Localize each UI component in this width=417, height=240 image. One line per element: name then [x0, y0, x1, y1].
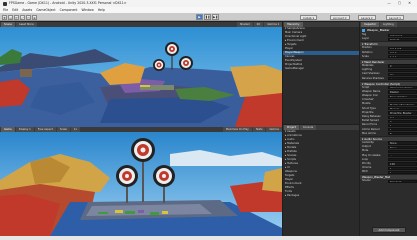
menu-file[interactable]: File: [3, 8, 8, 12]
property-value-field[interactable]: 0.1: [388, 115, 417, 119]
play-controls: ▶ ❚❚ ▶❚: [196, 14, 220, 20]
window-title: FPSGame - Game (DX11) - Android - Unity …: [9, 1, 127, 5]
menu-assets[interactable]: Assets: [22, 8, 32, 12]
property-value-field[interactable]: None: [388, 145, 417, 149]
scene-viewport[interactable]: [0, 27, 282, 127]
game-render: [0, 132, 282, 236]
transform-tool-button[interactable]: ⊕: [32, 14, 37, 20]
add-component-button[interactable]: Add Component: [372, 227, 406, 233]
property-value-field[interactable]: 128: [388, 162, 417, 166]
menu-help[interactable]: Help: [98, 8, 105, 12]
property-row: Max Ammo 8: [360, 132, 417, 136]
property-value-field[interactable]: [388, 158, 417, 162]
property-value-field[interactable]: [388, 68, 417, 72]
collab-button[interactable]: Collab ▾: [300, 14, 318, 20]
scale-tool-button[interactable]: ⤢: [20, 14, 25, 20]
title-bar: FPSGame - Game (DX11) - Android - Unity …: [0, 0, 417, 7]
object-name-field[interactable]: Weapon_Blaster: [367, 28, 390, 32]
project-folder-item[interactable]: ▸ Packages: [283, 194, 359, 198]
layers-dropdown[interactable]: Layers ▾: [358, 14, 376, 20]
inspector-panel: Weapon_Blaster Tag Untagged Layer Default …: [360, 27, 417, 236]
property-value-field[interactable]: [388, 98, 417, 102]
menu-edit[interactable]: Edit: [12, 8, 18, 12]
window-controls[interactable]: — ▢ ✕: [387, 1, 414, 5]
property-value-field[interactable]: 1: [388, 128, 417, 132]
property-value-field[interactable]: 8: [388, 132, 417, 136]
property-value-field[interactable]: None (Sprite): [388, 94, 417, 98]
move-tool-button[interactable]: ↔: [8, 14, 13, 20]
menu-window[interactable]: Window: [82, 8, 94, 12]
hand-tool-button[interactable]: ✥: [2, 14, 7, 20]
property-value-field[interactable]: [388, 149, 417, 153]
property-value-field[interactable]: WeaponController: [388, 86, 417, 90]
scene-render: [0, 27, 282, 127]
property-value-field[interactable]: ✓: [388, 77, 417, 81]
menu-component[interactable]: Component: [60, 8, 78, 12]
property-value-field[interactable]: 0 0 0: [388, 51, 417, 55]
property-value-field[interactable]: None: [388, 141, 417, 145]
game-viewport[interactable]: [0, 132, 282, 236]
pause-button[interactable]: ❚❚: [204, 14, 211, 20]
main-toolbar: ✥ ↔ ⟳ ⤢ ▭ ⊕ ▶ ❚❚ ▶❚ Collab ▾ Account ▾ L…: [0, 13, 417, 21]
property-value-field[interactable]: 1: [388, 166, 417, 170]
property-value-field[interactable]: On: [388, 72, 417, 76]
unity-editor-window: FPSGame - Game (DX11) - Android - Unity …: [0, 0, 417, 240]
property-value-field[interactable]: Muzzle (Transform): [388, 102, 417, 107]
property-row: Pitch 1: [360, 170, 417, 174]
property-label: Max Ammo: [362, 131, 377, 135]
step-button[interactable]: ▶❚: [212, 14, 219, 20]
rect-tool-button[interactable]: ▭: [26, 14, 31, 20]
property-label: Pitch: [362, 170, 369, 174]
gameobject-cube-icon: [362, 28, 365, 32]
property-value-field[interactable]: 0: [388, 119, 417, 123]
property-value-field[interactable]: 1: [388, 170, 417, 174]
play-button[interactable]: ▶: [196, 14, 203, 20]
rotate-tool-button[interactable]: ⟳: [14, 14, 19, 20]
property-value-field[interactable]: Blaster: [388, 90, 417, 94]
account-button[interactable]: Account ▾: [330, 14, 350, 20]
hierarchy-panel: ▾ SampleScene Main Camera Directional Li…: [283, 27, 359, 124]
property-label: Receive Shadows: [362, 76, 384, 80]
property-value-field[interactable]: Projectile_Blaster: [388, 111, 417, 115]
project-panel: ▾ Assets ▸ Animations ▸ Audio ▸ Material…: [283, 130, 359, 236]
property-row: Scale 1 1 1: [360, 55, 417, 59]
property-row: Receive Shadows ✓: [360, 77, 417, 81]
shader-dropdown[interactable]: Standard: [388, 179, 417, 184]
menu-gameobject[interactable]: GameObject: [36, 8, 55, 12]
property-value-field[interactable]: Manual: [388, 107, 417, 111]
layout-dropdown[interactable]: Layout ▾: [386, 14, 404, 20]
tag-dropdown[interactable]: Untagged: [388, 33, 417, 37]
property-value-field[interactable]: 2: [388, 64, 417, 68]
property-value-field[interactable]: 1 1 1: [388, 55, 417, 59]
property-value-field[interactable]: ✓: [388, 154, 417, 158]
property-value-field[interactable]: 0 0.4 0.8: [388, 46, 417, 51]
property-label: Scale: [362, 54, 369, 58]
property-value-field[interactable]: 1: [388, 123, 417, 128]
layer-dropdown[interactable]: Default: [388, 37, 417, 41]
unity-logo-icon: [3, 1, 7, 6]
status-bar: [0, 236, 417, 240]
hierarchy-item[interactable]: GameManager: [283, 67, 359, 71]
